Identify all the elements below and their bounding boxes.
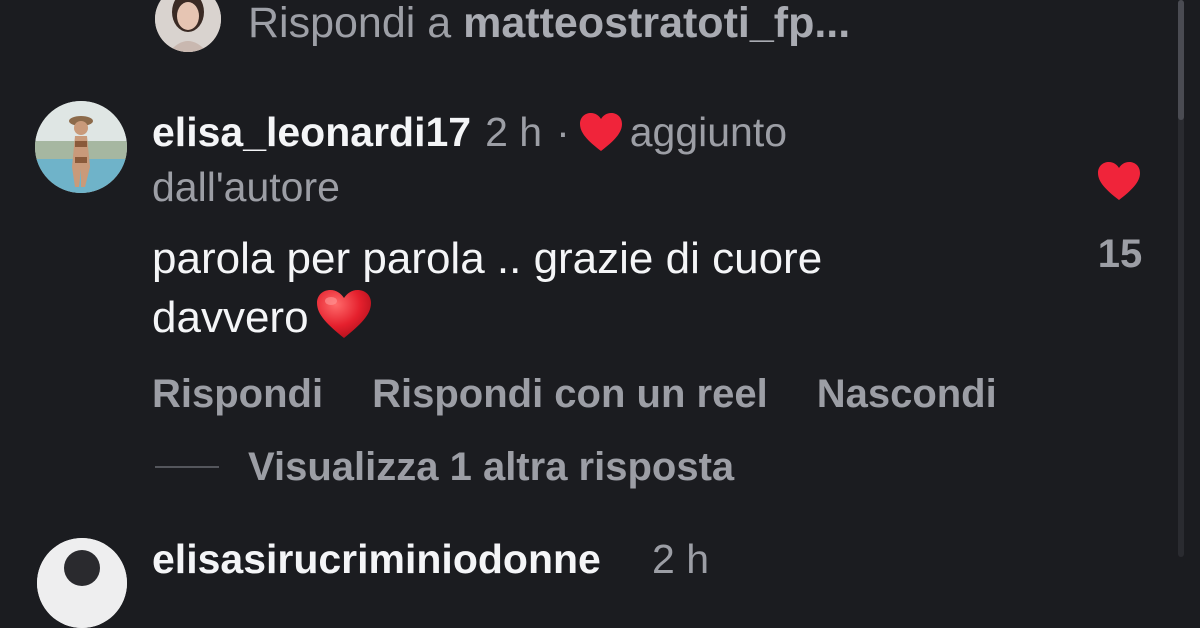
commenter-avatar[interactable] xyxy=(35,101,127,193)
heart-icon xyxy=(579,113,622,151)
comment-header: elisa_leonardi17 2 h · aggiunto xyxy=(152,106,787,158)
comment-text: parola per parola .. grazie di cuore dav… xyxy=(152,230,1032,347)
reply-button[interactable]: Rispondi xyxy=(152,366,323,422)
like-count[interactable]: 15 xyxy=(1080,230,1160,278)
added-by-author-label: aggiunto xyxy=(629,109,788,155)
reply-to-prefix: Rispondi a xyxy=(248,0,464,47)
comment-text-line2: davvero xyxy=(152,293,309,342)
meta-separator: · xyxy=(556,109,570,155)
reply-to-avatar[interactable] xyxy=(155,0,221,52)
red-heart-emoji xyxy=(316,290,371,338)
added-by-author-label-line2: dall'autore xyxy=(152,164,340,210)
next-comment-time: 2 h xyxy=(652,536,709,582)
reply-with-reel-button[interactable]: Rispondi con un reel xyxy=(372,366,768,422)
reply-to-username[interactable]: matteostratoti_fp... xyxy=(463,0,850,47)
like-heart-icon[interactable] xyxy=(1096,160,1142,202)
hide-button[interactable]: Nascondi xyxy=(817,366,997,422)
scrollbar-thumb[interactable] xyxy=(1178,0,1184,120)
next-commenter-avatar[interactable] xyxy=(37,538,127,628)
next-comment-username[interactable]: elisasirucriminiodonne xyxy=(152,534,601,584)
comment-text-line1: parola per parola .. grazie di cuore xyxy=(152,234,823,283)
comment-time: 2 h xyxy=(485,109,543,155)
view-more-replies-button[interactable]: Visualizza 1 altra risposta xyxy=(248,442,734,492)
comment-username[interactable]: elisa_leonardi17 xyxy=(152,106,471,158)
view-more-divider xyxy=(155,466,219,468)
reply-to-label[interactable]: Rispondi a matteostratoti_fp... xyxy=(248,0,850,46)
comment-actions: Rispondi Rispondi con un reel Nascondi xyxy=(152,366,1046,422)
